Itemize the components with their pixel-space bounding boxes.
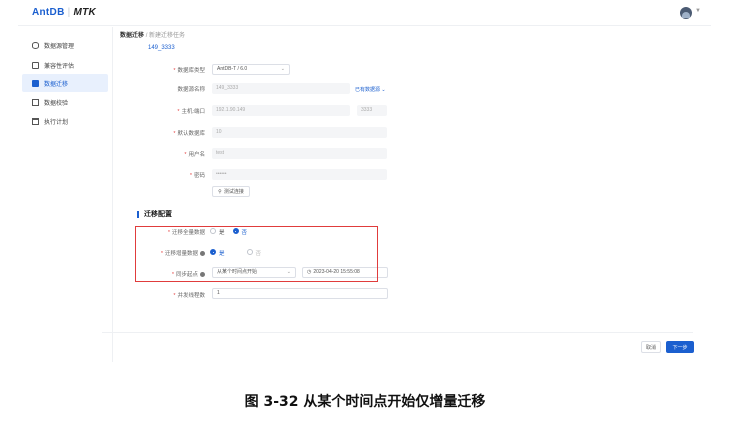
breadcrumb: 数据迁移 / 新建迁移任务 xyxy=(120,30,185,39)
page-subtitle: 149_3333 xyxy=(148,45,175,51)
copy-icon xyxy=(32,98,39,106)
folder-icon xyxy=(32,79,39,87)
sidebar-item-label: 执行计划 xyxy=(44,119,69,126)
existing-datasource-link[interactable]: 已有数据源 ⌄ xyxy=(355,86,386,93)
db-name-label: 数据源名称 xyxy=(177,87,205,93)
sidebar-item-migration[interactable]: 数据迁移 xyxy=(22,74,108,92)
db-type-label: * 数据库类型 xyxy=(173,68,205,74)
db-name-field[interactable]: 149_3333 xyxy=(212,83,350,94)
cancel-button[interactable]: 取消 xyxy=(641,341,661,353)
top-bar: AntDB | MTK ▼ xyxy=(18,0,711,26)
default-db-label: * 默认数据库 xyxy=(173,131,205,137)
db-type-value: AntDB-T / 6.0 xyxy=(217,66,248,72)
database-icon xyxy=(32,41,39,49)
sidebar: 数据源管理 兼容性评估 数据迁移 数据校验 执行计划 xyxy=(18,27,113,362)
breadcrumb-current: 新建迁移任务 xyxy=(149,33,186,39)
migration-section-title: 迁移配置 xyxy=(137,211,172,218)
sidebar-item-label: 数据迁移 xyxy=(44,81,69,88)
breadcrumb-root[interactable]: 数据迁移 xyxy=(120,33,144,39)
host-field[interactable]: 192.1.90.149 xyxy=(212,105,350,116)
chevron-down-icon: ⌄ xyxy=(280,66,285,72)
logo-antdb: AntDB xyxy=(32,7,65,18)
default-db-field[interactable]: 10 xyxy=(212,127,387,138)
password-field[interactable]: •••••• xyxy=(212,169,387,180)
username-field[interactable]: test xyxy=(212,148,387,159)
sidebar-item-verify[interactable]: 数据校验 xyxy=(22,93,108,111)
sidebar-item-plan[interactable]: 执行计划 xyxy=(22,112,108,130)
logo-separator: | xyxy=(67,7,71,18)
calendar-icon xyxy=(32,117,39,125)
sidebar-item-datasource[interactable]: 数据源管理 xyxy=(22,36,108,54)
chevron-down-icon[interactable]: ▼ xyxy=(695,8,701,14)
highlight-box xyxy=(135,226,378,282)
sidebar-item-compat[interactable]: 兼容性评估 xyxy=(22,56,108,74)
next-button[interactable]: 下一步 xyxy=(666,341,694,353)
parallelism-input[interactable]: 1 xyxy=(212,288,388,299)
sidebar-item-label: 兼容性评估 xyxy=(44,63,75,70)
breadcrumb-separator: / xyxy=(145,33,148,39)
sidebar-item-label: 数据校验 xyxy=(44,100,69,107)
document-icon xyxy=(32,61,39,69)
app-window: AntDB | MTK ▼ 数据源管理 兼容性评估 数据迁移 数据校验 执行计划 数… xyxy=(18,0,711,362)
password-label: * 密码 xyxy=(189,173,205,179)
username-label: * 用户名 xyxy=(184,152,205,158)
sidebar-item-label: 数据源管理 xyxy=(44,43,75,50)
parallelism-label: * 并发线程数 xyxy=(173,293,205,299)
app-logo[interactable]: AntDB | MTK xyxy=(32,7,96,18)
figure-caption: 图 3-32 从某个时间点开始仅增量迁移 xyxy=(244,394,486,410)
test-connection-button[interactable]: ⚲ 测试连接 xyxy=(212,186,250,197)
avatar[interactable] xyxy=(680,7,692,19)
footer-divider xyxy=(102,332,693,333)
logo-mtk: MTK xyxy=(73,7,97,18)
link-icon: ⚲ xyxy=(218,188,222,195)
db-type-select[interactable]: AntDB-T / 6.0 ⌄ xyxy=(212,64,290,75)
host-port-label: * 主机:端口 xyxy=(177,109,205,115)
port-field[interactable]: 3333 xyxy=(357,105,387,116)
